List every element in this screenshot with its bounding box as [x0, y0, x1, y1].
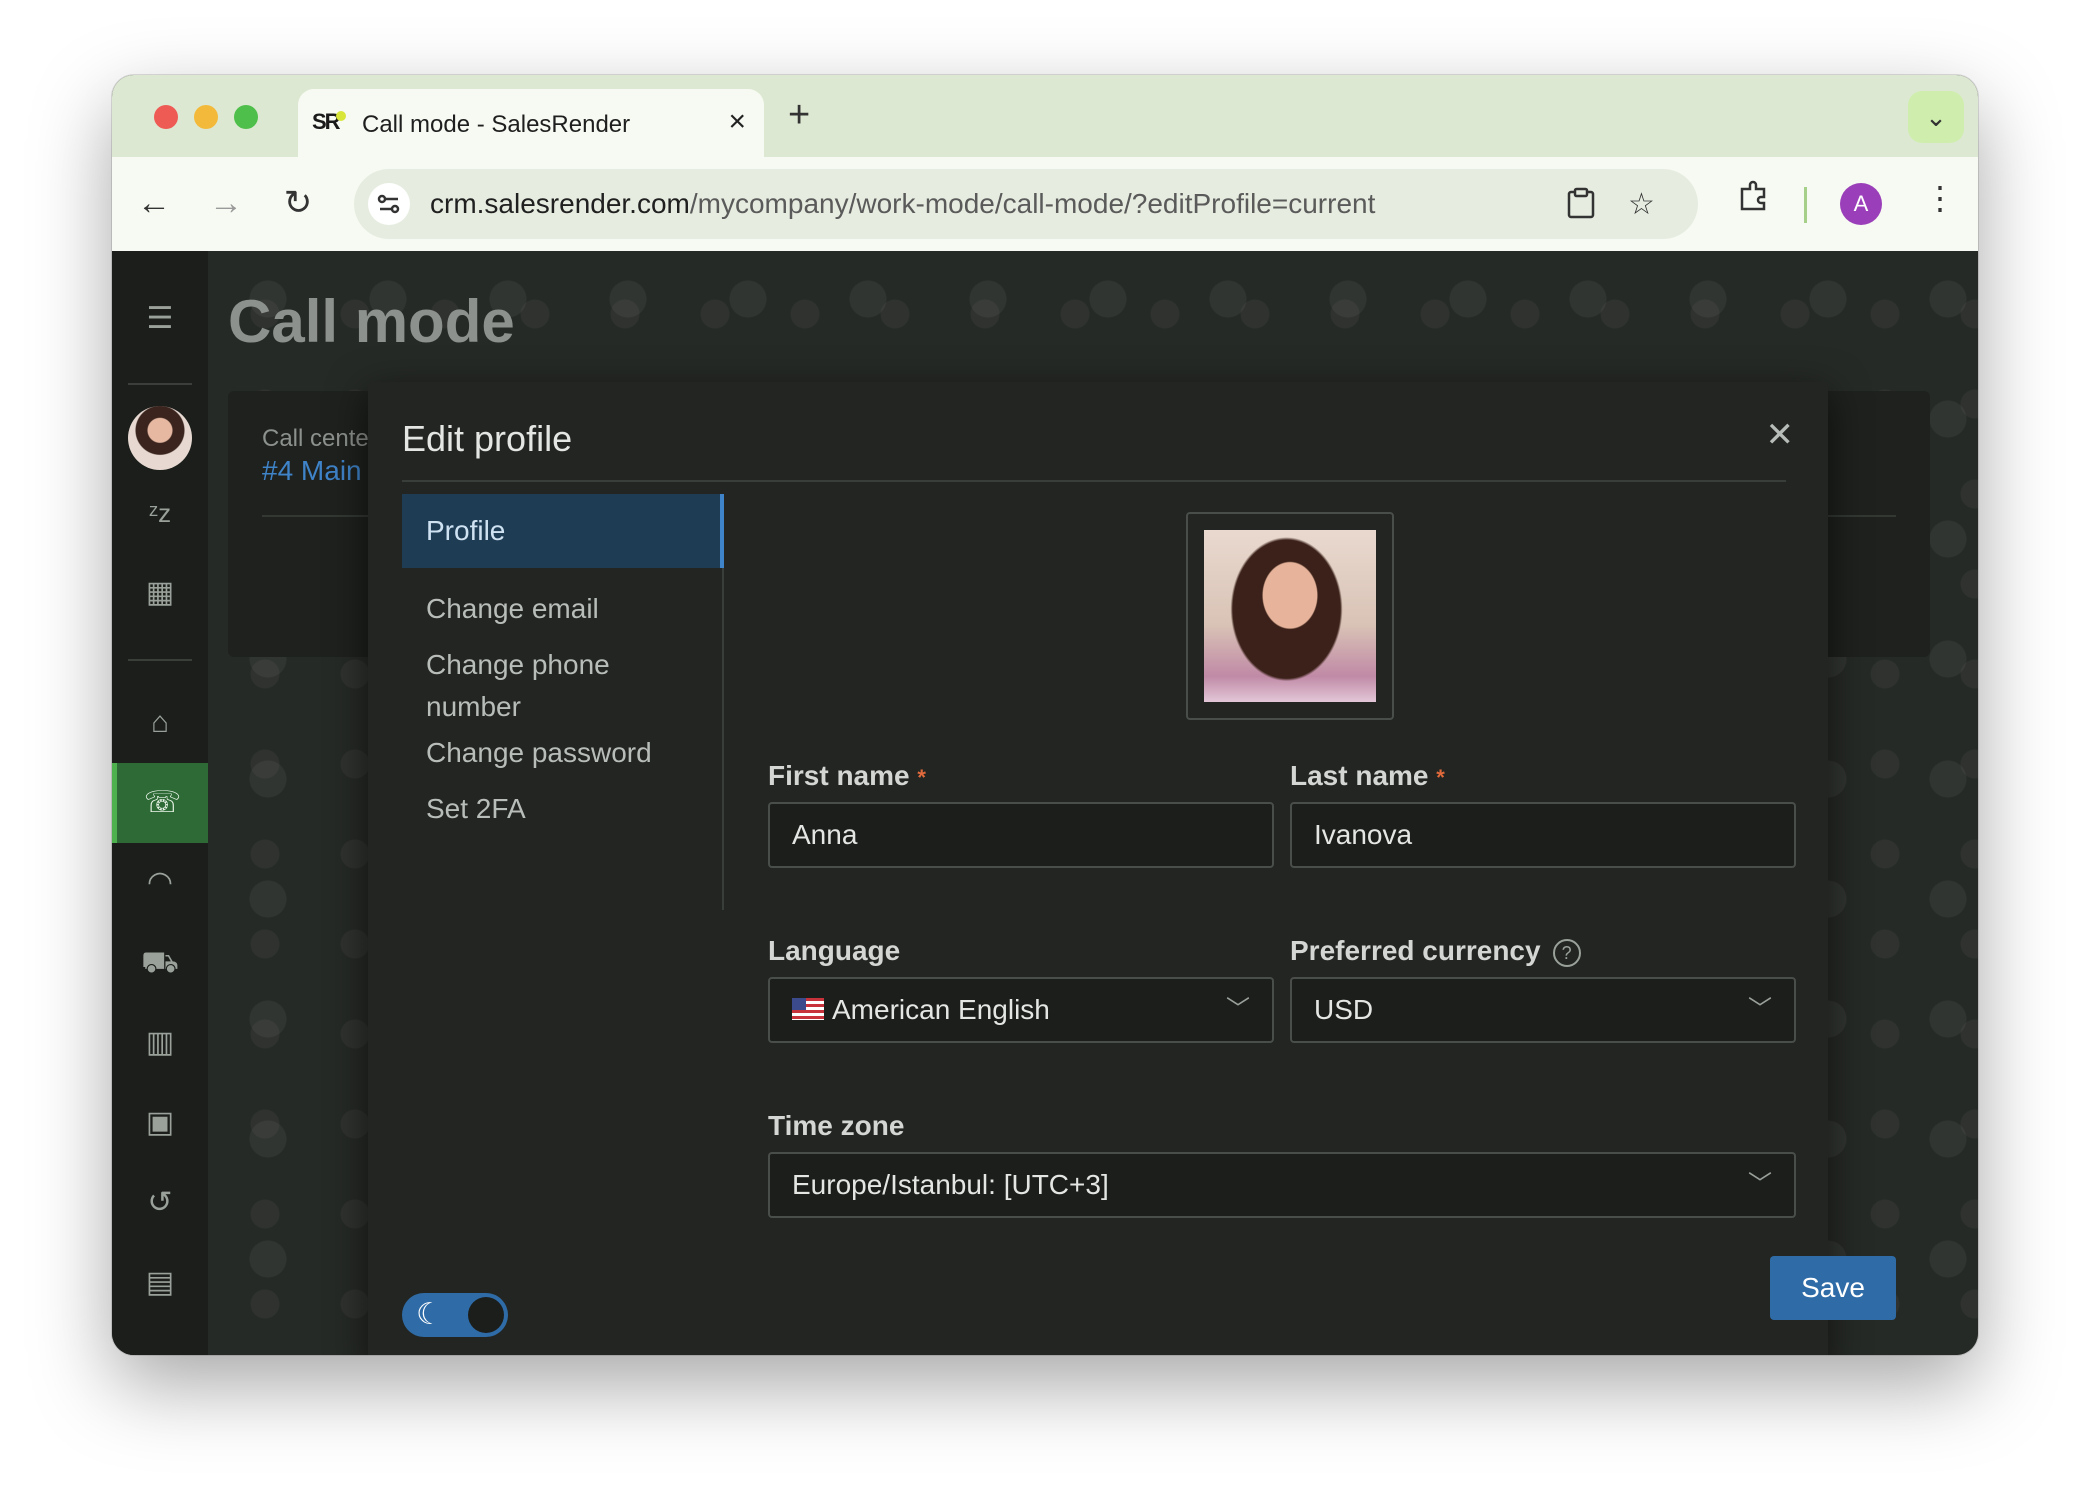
- browser-tab[interactable]: SR Call mode - SalesRender ×: [298, 89, 764, 157]
- profile-menu: Profile Change email Change phone number…: [402, 494, 724, 910]
- tab-set-2fa[interactable]: Set 2FA: [402, 788, 724, 830]
- tab-change-email[interactable]: Change email: [402, 588, 724, 630]
- toggle-knob: [468, 1297, 504, 1333]
- profile-photo-upload[interactable]: [1186, 512, 1394, 720]
- language-label: Language: [768, 935, 901, 966]
- back-icon[interactable]: ←: [132, 181, 176, 225]
- warehouse-icon[interactable]: ▥: [112, 1003, 208, 1083]
- toolbar-separator: [1804, 187, 1807, 223]
- timezone-select[interactable]: Europe/Istanbul: [UTC+3] ﹀: [768, 1152, 1796, 1218]
- headset-icon[interactable]: ◠: [112, 843, 208, 923]
- timezone-value: Europe/Istanbul: [UTC+3]: [792, 1169, 1109, 1200]
- url-path: /mycompany/work-mode/call-mode/?editProf…: [689, 188, 1376, 219]
- currency-label: Preferred currency?: [1290, 935, 1581, 967]
- chevron-down-icon: ﹀: [1226, 996, 1250, 1023]
- call-center-link[interactable]: #4 Main: [262, 455, 362, 487]
- store-icon[interactable]: ⌂: [112, 683, 208, 763]
- language-value: American English: [832, 994, 1050, 1025]
- truck-icon[interactable]: ⛟: [112, 923, 208, 1003]
- tab-change-phone[interactable]: Change phone number: [402, 644, 662, 728]
- user-avatar[interactable]: [128, 406, 192, 470]
- url-text: crm.salesrender.com/mycompany/work-mode/…: [430, 188, 1375, 220]
- chevron-down-icon: ﹀: [1748, 1171, 1772, 1198]
- modal-title: Edit profile: [402, 418, 573, 459]
- last-name-label: Last name *: [1290, 760, 1445, 792]
- sidebar-item-call-mode[interactable]: ☏: [112, 763, 208, 843]
- theme-toggle[interactable]: ☾: [402, 1293, 508, 1337]
- close-icon[interactable]: ✕: [1766, 418, 1795, 452]
- site-info-icon[interactable]: [368, 183, 410, 225]
- tab-change-password[interactable]: Change password: [402, 732, 724, 774]
- moon-icon: ☾: [416, 1298, 443, 1331]
- currency-value: USD: [1314, 994, 1374, 1025]
- edit-profile-modal: Edit profile ✕ Profile Change email Chan…: [368, 382, 1896, 1355]
- address-bar[interactable]: crm.salesrender.com/mycompany/work-mode/…: [354, 169, 1698, 239]
- close-window-button[interactable]: [154, 105, 178, 129]
- url-domain: crm.salesrender.com: [430, 188, 690, 219]
- extensions-icon[interactable]: [1736, 179, 1770, 221]
- first-name-input[interactable]: Anna: [768, 802, 1274, 868]
- page-title: Call mode: [228, 288, 515, 355]
- forward-icon[interactable]: →: [204, 181, 248, 225]
- currency-label-text: Preferred currency: [1290, 935, 1541, 966]
- call-mode-icon: ☏: [143, 786, 182, 819]
- tab-title: Call mode - SalesRender: [362, 111, 631, 138]
- timezone-label: Time zone: [768, 1110, 905, 1141]
- sleep-icon[interactable]: ᶻz: [112, 473, 208, 553]
- currency-select[interactable]: USD ﹀: [1290, 977, 1796, 1043]
- new-tab-icon[interactable]: +: [788, 95, 810, 135]
- browser-toolbar: ← → ↻ crm.salesrender.com/mycompany/work…: [112, 157, 1978, 251]
- save-button[interactable]: Save: [1770, 1256, 1896, 1320]
- required-mark: *: [917, 765, 926, 790]
- app-sidebar: ☰ ᶻz ▦ ⌂ ☏ ◠ ⛟ ▥ ▣ ↺ ▤: [112, 251, 208, 1355]
- browser-profile-avatar[interactable]: A: [1840, 183, 1882, 225]
- first-name-label: First name *: [768, 760, 926, 792]
- id-card-icon[interactable]: ▤: [112, 1243, 208, 1323]
- reload-icon[interactable]: ↻: [276, 181, 320, 225]
- call-center-label: Call center: [262, 425, 377, 452]
- app-page: ☰ ᶻz ▦ ⌂ ☏ ◠ ⛟ ▥ ▣ ↺ ▤ Call mode Call ce…: [112, 251, 1978, 1355]
- sidebar-divider: [128, 659, 192, 661]
- tab-search-chevron-icon[interactable]: ⌄: [1908, 91, 1964, 143]
- contact-card-icon[interactable]: ▣: [112, 1083, 208, 1163]
- language-select[interactable]: American English ﹀: [768, 977, 1274, 1043]
- modal-divider: [402, 480, 1786, 482]
- last-name-input[interactable]: Ivanova: [1290, 802, 1796, 868]
- browser-window: SR Call mode - SalesRender × + ⌄ ← → ↻ c…: [112, 75, 1978, 1355]
- history-icon[interactable]: ↺: [112, 1163, 208, 1243]
- more-icon[interactable]: ⋮: [1924, 179, 1956, 217]
- clipboard-icon[interactable]: [1566, 187, 1596, 227]
- us-flag-icon: [792, 997, 824, 1020]
- last-name-label-text: Last name: [1290, 760, 1429, 791]
- tab-profile[interactable]: Profile: [402, 494, 724, 568]
- profile-photo: [1204, 530, 1376, 702]
- maximize-window-button[interactable]: [234, 105, 258, 129]
- menu-toggle-icon[interactable]: ☰: [112, 279, 208, 359]
- tab-strip: SR Call mode - SalesRender × + ⌄: [112, 75, 1978, 157]
- required-mark: *: [1436, 765, 1445, 790]
- tab-close-icon[interactable]: ×: [728, 107, 746, 137]
- minimize-window-button[interactable]: [194, 105, 218, 129]
- chevron-down-icon: ﹀: [1748, 996, 1772, 1023]
- salesrender-favicon-icon: SR: [312, 109, 346, 139]
- help-icon[interactable]: ?: [1552, 938, 1581, 967]
- first-name-label-text: First name: [768, 760, 910, 791]
- building-icon[interactable]: ▦: [112, 553, 208, 633]
- star-icon[interactable]: ☆: [1628, 187, 1655, 222]
- sidebar-divider: [128, 383, 192, 385]
